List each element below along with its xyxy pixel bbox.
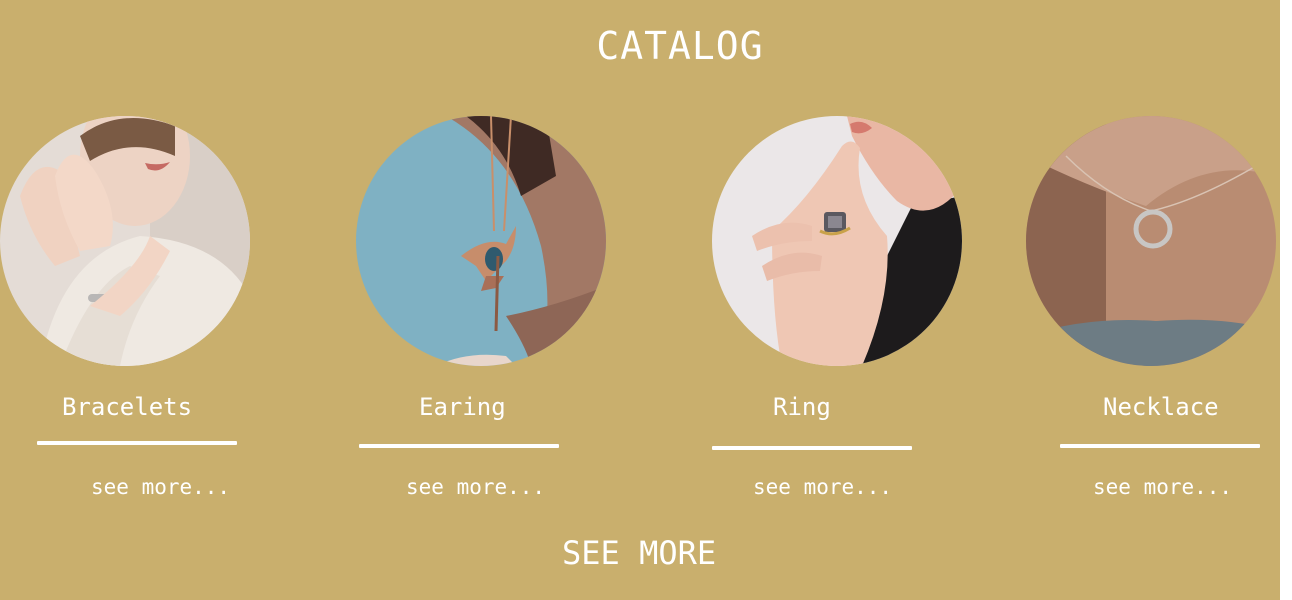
ring-underline [712,446,912,450]
ring-image[interactable] [712,116,962,366]
catalog-title: CATALOG [596,24,764,68]
catalog-card-earing[interactable]: Earing see more... [356,116,606,499]
see-more-button[interactable]: SEE MORE [562,534,716,572]
earing-label: Earing [419,393,506,421]
necklace-see-more-link[interactable]: see more... [1093,475,1232,499]
bracelets-underline [37,441,237,445]
bracelets-label: Bracelets [62,393,193,421]
necklace-underline [1060,444,1260,448]
earing-see-more-link[interactable]: see more... [406,475,545,499]
woman-with-bracelet-photo [0,116,250,366]
hummingbird-pendant-photo [356,116,606,366]
earing-image[interactable] [356,116,606,366]
necklace-image[interactable] [1026,116,1276,366]
hand-with-ring-photo [712,116,962,366]
bracelets-image[interactable] [0,116,250,366]
circle-necklace-photo [1026,116,1276,366]
catalog-card-necklace[interactable]: Necklace see more... [1026,116,1276,499]
ring-see-more-link[interactable]: see more... [753,475,892,499]
catalog-card-ring[interactable]: Ring see more... [712,116,962,499]
earing-underline [359,444,559,448]
necklace-label: Necklace [1103,393,1219,421]
catalog-section: CATALOG Bracelets see more... Earing see… [0,0,1280,600]
catalog-card-bracelets[interactable]: Bracelets see more... [0,116,250,499]
bracelets-see-more-link[interactable]: see more... [91,475,230,499]
ring-label: Ring [773,393,831,421]
